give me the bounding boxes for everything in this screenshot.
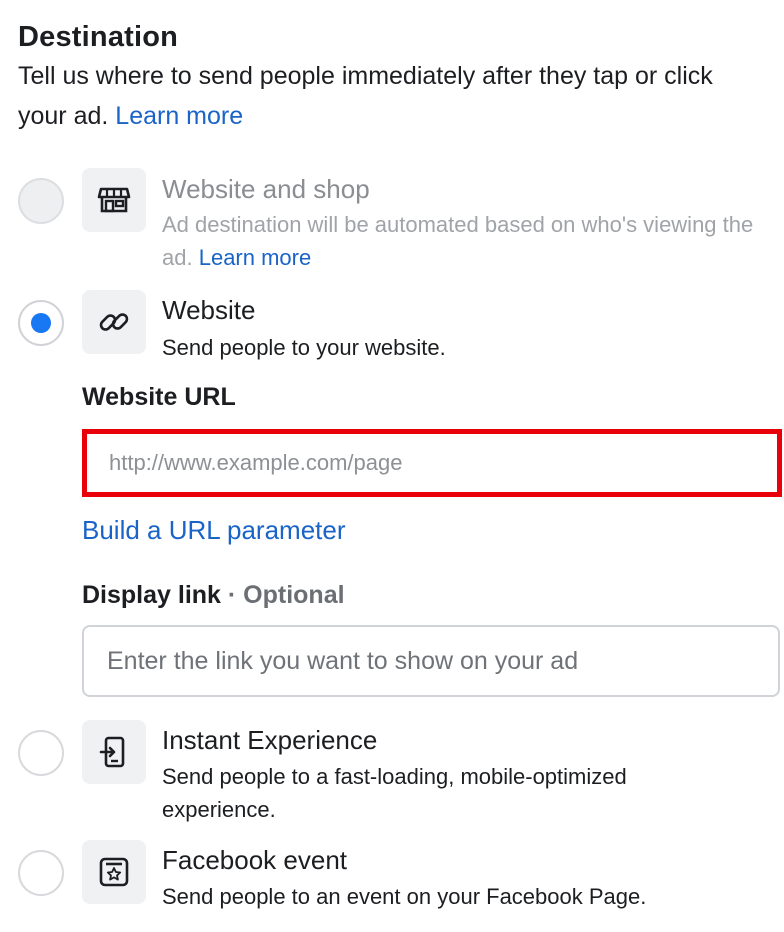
mobile-enter-icon [82,720,146,784]
website-and-shop-radio [18,178,64,224]
link-icon [82,290,146,354]
build-url-parameter-link[interactable]: Build a URL parameter [82,515,346,546]
option-instant-experience[interactable]: Instant Experience Send people to a fast… [18,720,784,830]
storefront-icon [82,168,146,232]
option-facebook-event[interactable]: Facebook event Send people to an event o… [18,840,784,920]
display-link-optional: · Optional [227,581,345,609]
option-website-and-shop: Website and shop Ad destination will be … [18,168,784,278]
radio-selected-dot [31,313,51,333]
website-subtitle: Send people to your website. [162,335,446,360]
website-and-shop-learn-more-link[interactable]: Learn more [199,245,312,270]
website-url-label: Website URL [82,383,236,411]
event-star-icon [82,840,146,904]
facebook-event-title: Facebook event [162,845,348,875]
instant-experience-subtitle: Send people to a fast-loading, mobile-op… [162,764,627,822]
display-link-label: Display link · Optional [82,581,345,610]
instant-experience-title: Instant Experience [162,725,378,755]
option-website[interactable]: Website Send people to your website. [18,290,784,366]
website-and-shop-subtitle: Ad destination will be automated based o… [162,208,782,274]
section-description: Tell us where to send people immediately… [18,56,758,136]
website-radio[interactable] [18,300,64,346]
website-url-input[interactable] [82,429,782,497]
instant-experience-radio[interactable] [18,730,64,776]
website-and-shop-title: Website and shop [162,174,370,204]
facebook-event-radio[interactable] [18,850,64,896]
display-link-input[interactable] [82,625,780,697]
destination-section: Destination Tell us where to send people… [18,18,780,136]
website-title: Website [162,295,256,325]
display-link-label-text: Display link [82,581,221,609]
learn-more-link[interactable]: Learn more [115,102,243,130]
section-title: Destination [18,21,179,53]
facebook-event-subtitle: Send people to an event on your Facebook… [162,884,647,909]
